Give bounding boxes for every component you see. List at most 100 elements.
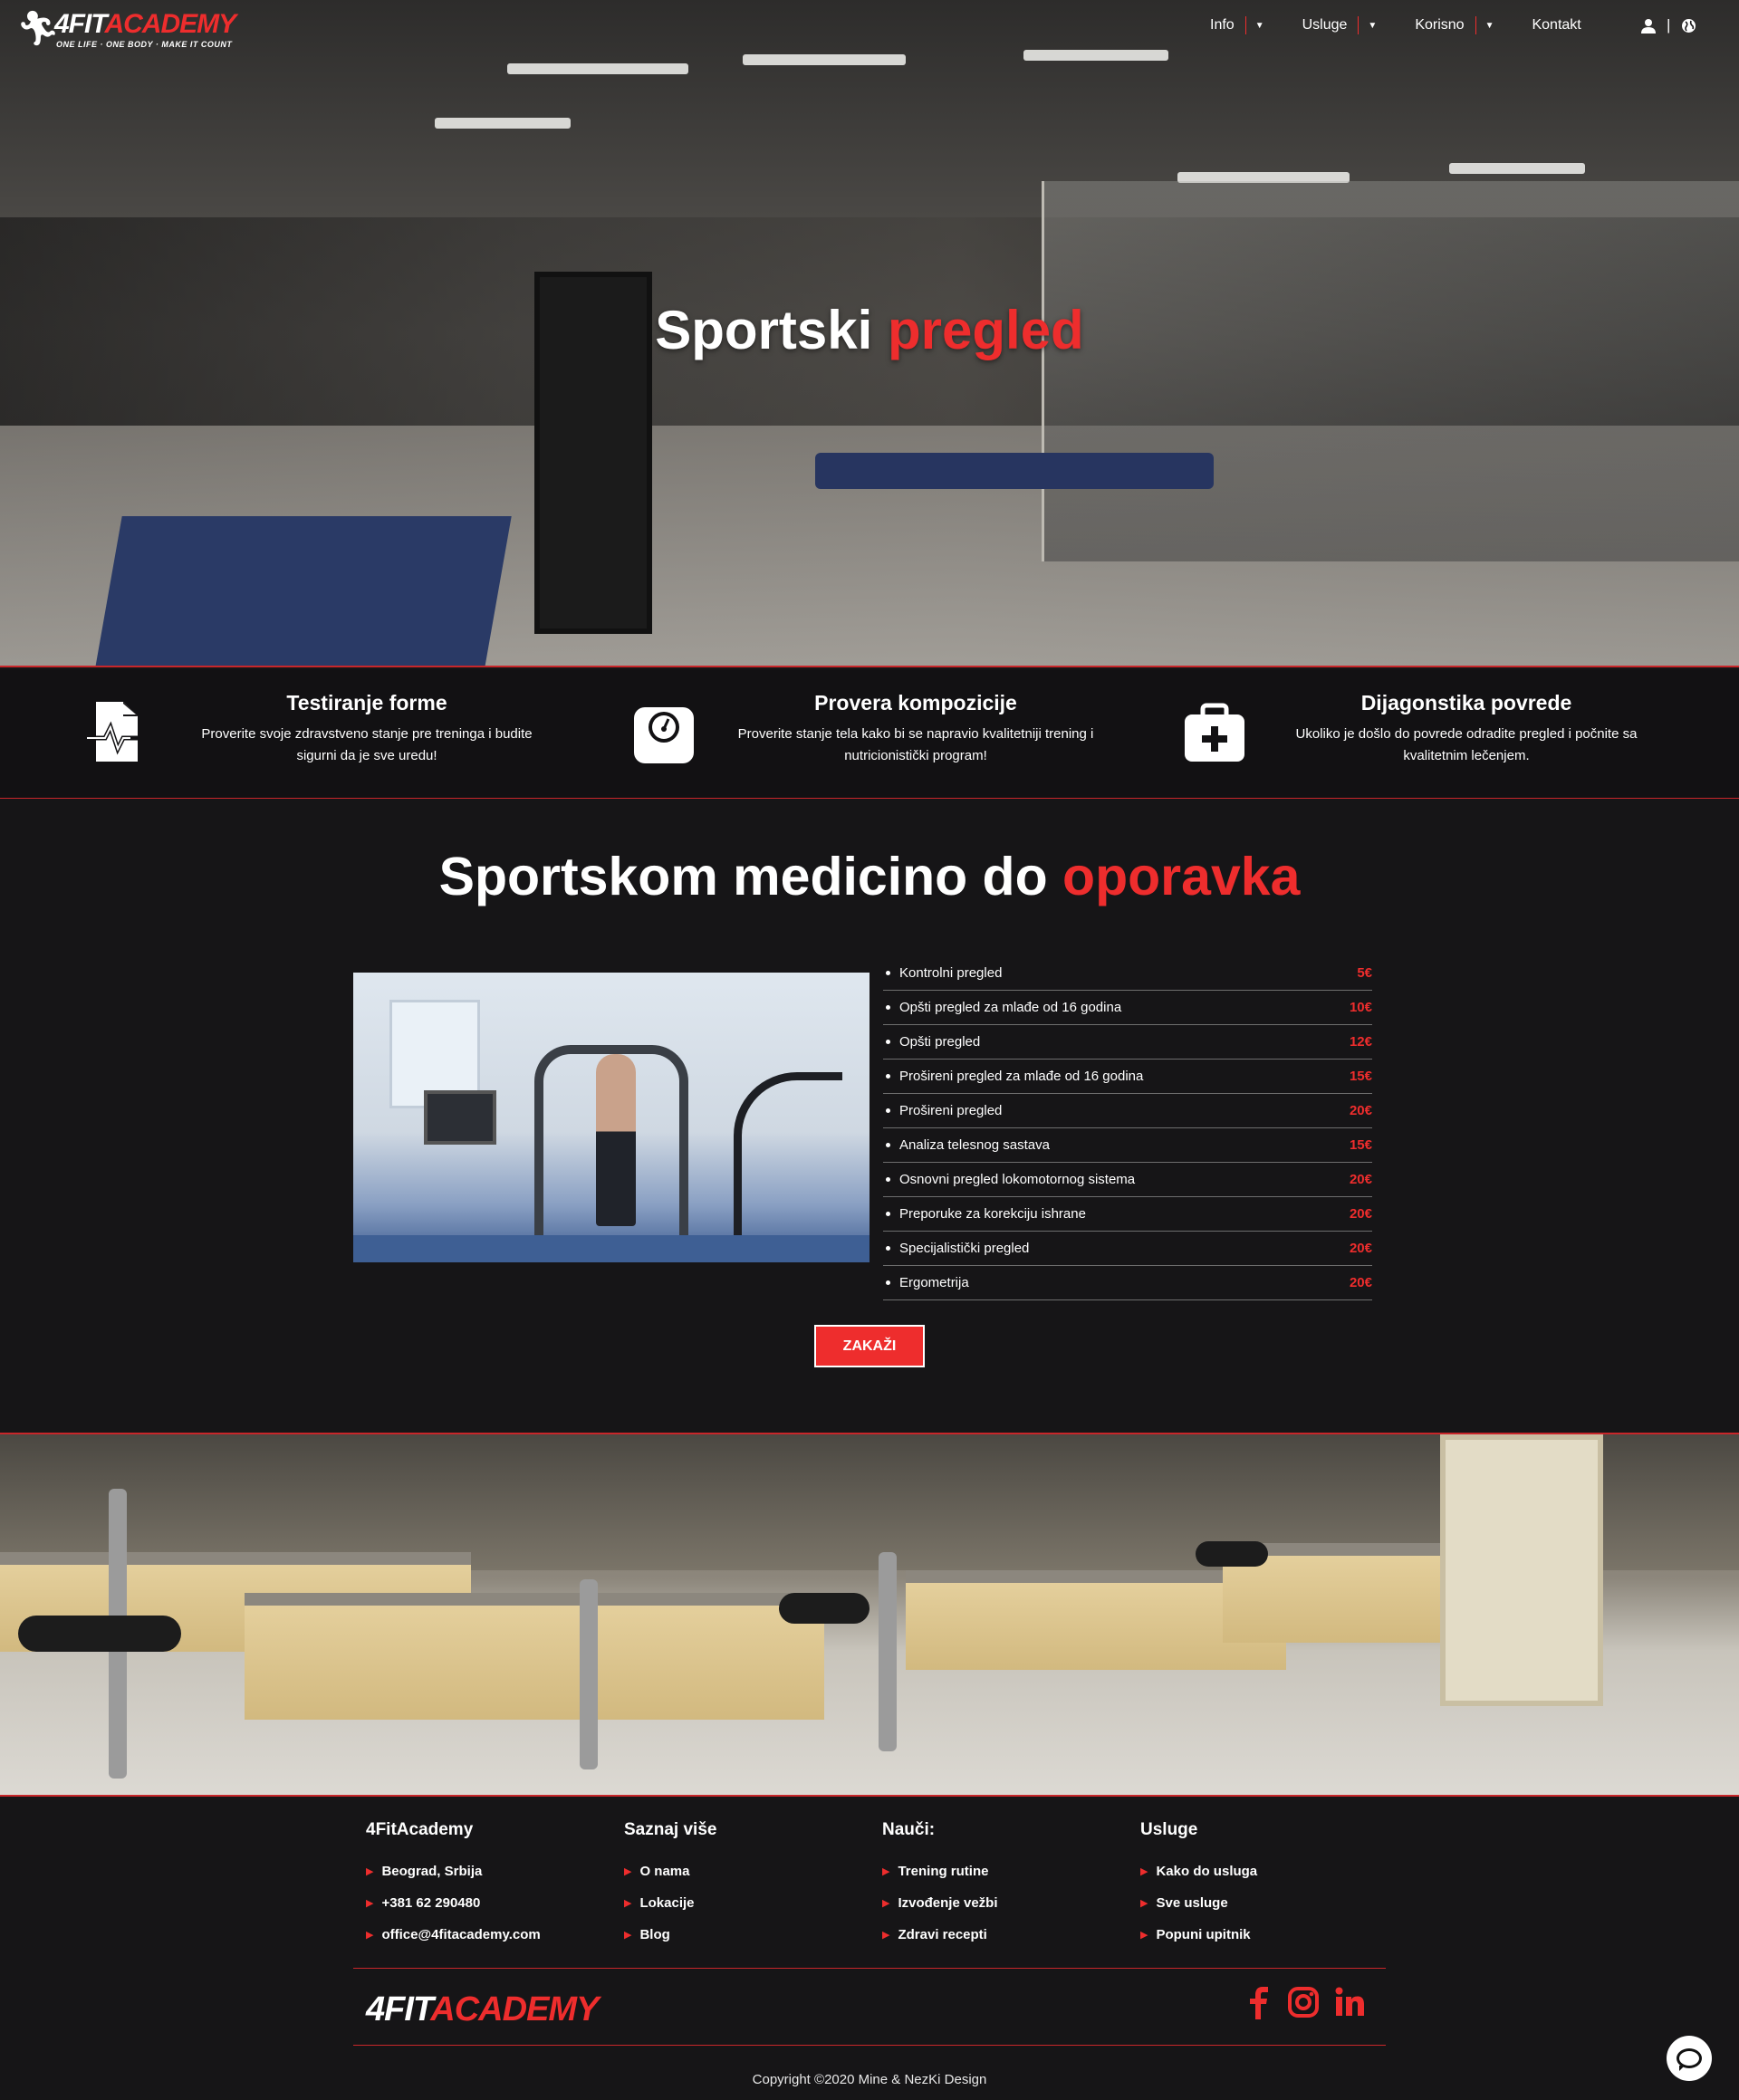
footer-link-label: Beograd, Srbija: [381, 1864, 483, 1879]
photo-athlete: [596, 1054, 636, 1226]
service-name: Prošireni pregled za mlađe od 16 godina: [899, 1069, 1144, 1084]
price-list-item: Opšti pregled za mlađe od 16 godina 10€: [883, 991, 1372, 1025]
footer-link-label: Kako do usluga: [1156, 1864, 1258, 1879]
user-icon[interactable]: [1641, 18, 1656, 34]
bullet-icon: [886, 1177, 890, 1182]
service-name: Analiza telesnog sastava: [899, 1137, 1050, 1153]
copyright-text: Copyright ©2020 Mine & NezKi Design: [752, 2072, 987, 2087]
footer-link[interactable]: ▶ office@4fitacademy.com: [366, 1927, 620, 1959]
caret-right-icon: ▶: [1140, 1866, 1148, 1877]
caret-right-icon: ▶: [1140, 1898, 1148, 1909]
price-list-item: Osnovni pregled lokomotornog sistema 20€: [883, 1163, 1372, 1197]
bullet-icon: [886, 1040, 890, 1044]
footer-link[interactable]: ▶ +381 62 290480: [366, 1895, 620, 1927]
service-price: 15€: [1349, 1137, 1372, 1153]
footer-link[interactable]: ▶ Trening rutine: [882, 1864, 1136, 1895]
footer-link[interactable]: ▶ Lokacije: [624, 1895, 878, 1927]
hero-photo-exam-table: [815, 453, 1214, 489]
brand-name-white: 4FIT: [366, 1990, 431, 2028]
caret-down-icon[interactable]: ▼: [1485, 21, 1494, 31]
footer-link-label: Zdravi recepti: [898, 1927, 987, 1942]
caret-right-icon: ▶: [624, 1930, 632, 1941]
footer-link-label: Trening rutine: [898, 1864, 989, 1879]
service-name: Ergometrija: [899, 1275, 969, 1290]
bullet-icon: [886, 1108, 890, 1113]
hero-photo-glass-room: [1042, 181, 1739, 561]
footer-column: Saznaj više ▶ O nama ▶ Lokacije ▶ Blog: [624, 1820, 878, 1959]
footer-link[interactable]: ▶ O nama: [624, 1864, 878, 1895]
nav-item-label: Info: [1210, 17, 1235, 33]
photo-bike: [734, 1072, 842, 1253]
globe-icon[interactable]: [1681, 18, 1696, 34]
footer-link[interactable]: ▶ Popuni upitnik: [1140, 1927, 1394, 1959]
nav-item-korisno[interactable]: Korisno ▼: [1415, 16, 1532, 34]
service-name: Prošireni pregled: [899, 1103, 1003, 1118]
footer-column-title: Usluge: [1140, 1820, 1198, 1839]
footer-link[interactable]: ▶ Zdravi recepti: [882, 1927, 1136, 1959]
footer-link-label: Izvođenje vežbi: [898, 1895, 998, 1911]
services-title: Sportskom medicino do oporavka: [0, 846, 1739, 907]
linkedin-icon[interactable]: [1335, 1987, 1364, 2016]
gym-photo-stool: [1196, 1541, 1268, 1567]
chat-bubble-icon: [1677, 2048, 1702, 2071]
price-list: Kontrolni pregled 5€ Opšti pregled za mla…: [883, 956, 1372, 1300]
service-price: 20€: [1349, 1206, 1372, 1222]
caret-down-icon[interactable]: ▼: [1368, 21, 1377, 31]
brand-logo[interactable]: 🏃︎ 4FITACADEMY ONE LIFE · ONE BODY · MAK…: [16, 7, 236, 51]
footer-link-label: Sve usluge: [1156, 1895, 1228, 1911]
nav-icon-separator: |: [1667, 16, 1671, 34]
footer-link[interactable]: ▶ Beograd, Srbija: [366, 1864, 620, 1895]
footer-link[interactable]: ▶ Blog: [624, 1927, 878, 1959]
hero-photo-exam-table: [95, 516, 512, 666]
gym-photo-dumbbell-rack: [1440, 1434, 1603, 1706]
feature-title: Provera kompozicije: [814, 691, 1017, 714]
nav-item-usluge[interactable]: Usluge ▼: [1302, 16, 1416, 34]
footer-link-label: office@4fitacademy.com: [381, 1927, 541, 1942]
price-list-item: Prošireni pregled za mlađe od 16 godina 1…: [883, 1060, 1372, 1094]
service-name: Kontrolni pregled: [899, 965, 1003, 981]
facebook-icon[interactable]: [1248, 1987, 1270, 2019]
book-button[interactable]: ZAKAŽI: [814, 1325, 925, 1367]
footer-column-title: Saznaj više: [624, 1820, 717, 1839]
nav-item-kontakt[interactable]: Kontakt: [1532, 17, 1580, 34]
medical-file-icon: [87, 702, 145, 762]
feature-description: Proverite stanje tela kako bi se napravi…: [737, 726, 1094, 763]
nav-divider: [1475, 16, 1476, 34]
footer-column: Usluge ▶ Kako do usluga ▶ Sve usluge ▶ Popu…: [1140, 1820, 1394, 1959]
chat-button[interactable]: [1667, 2036, 1712, 2081]
feature-description: Proverite svoje zdravstveno stanje pre t…: [201, 726, 533, 763]
footer-link[interactable]: ▶ Izvođenje vežbi: [882, 1895, 1136, 1927]
footer-link-label: Lokacije: [639, 1895, 695, 1911]
service-price: 10€: [1349, 1000, 1372, 1015]
caret-down-icon[interactable]: ▼: [1255, 21, 1264, 31]
hero-photo-light: [435, 118, 571, 129]
instagram-icon[interactable]: [1288, 1987, 1319, 2018]
footer-column-title: 4FitAcademy: [366, 1820, 474, 1839]
footer-link[interactable]: ▶ Kako do usluga: [1140, 1864, 1394, 1895]
service-name: Opšti pregled: [899, 1034, 981, 1050]
hero-title-white: Sportski: [655, 300, 873, 360]
nav-item-info[interactable]: Info ▼: [1210, 16, 1302, 34]
scale-icon: [634, 707, 694, 763]
footer-logo[interactable]: 4FITACADEMY: [366, 1990, 599, 2029]
gym-photo-bike-seat: [18, 1616, 181, 1652]
footer-link-label: Popuni upitnik: [1156, 1927, 1251, 1942]
footer-link-label: +381 62 290480: [381, 1895, 481, 1911]
service-price: 12€: [1349, 1034, 1372, 1050]
gym-banner-photo: [0, 1433, 1739, 1797]
footer-column: 4FitAcademy ▶ Beograd, Srbija ▶ +381 62 29…: [366, 1820, 620, 1959]
caret-right-icon: ▶: [882, 1898, 890, 1909]
price-list-item: Opšti pregled 12€: [883, 1025, 1372, 1060]
features-strip: Testiranje forme Proverite svoje zdravst…: [0, 669, 1739, 799]
footer-column: Nauči: ▶ Trening rutine ▶ Izvođenje vežbi …: [882, 1820, 1136, 1959]
caret-right-icon: ▶: [366, 1898, 374, 1909]
gym-photo-bike: [879, 1552, 897, 1751]
photo-floor: [353, 1235, 870, 1262]
nav-item-label: Usluge: [1302, 17, 1348, 33]
services-section: Sportskom medicino do oporavka Kontrolni…: [0, 799, 1739, 1433]
footer-link[interactable]: ▶ Sve usluge: [1140, 1895, 1394, 1927]
bullet-icon: [886, 1212, 890, 1216]
service-price: 5€: [1357, 965, 1372, 981]
caret-right-icon: ▶: [624, 1898, 632, 1909]
hero-banner: Sportski pregled: [0, 0, 1739, 667]
